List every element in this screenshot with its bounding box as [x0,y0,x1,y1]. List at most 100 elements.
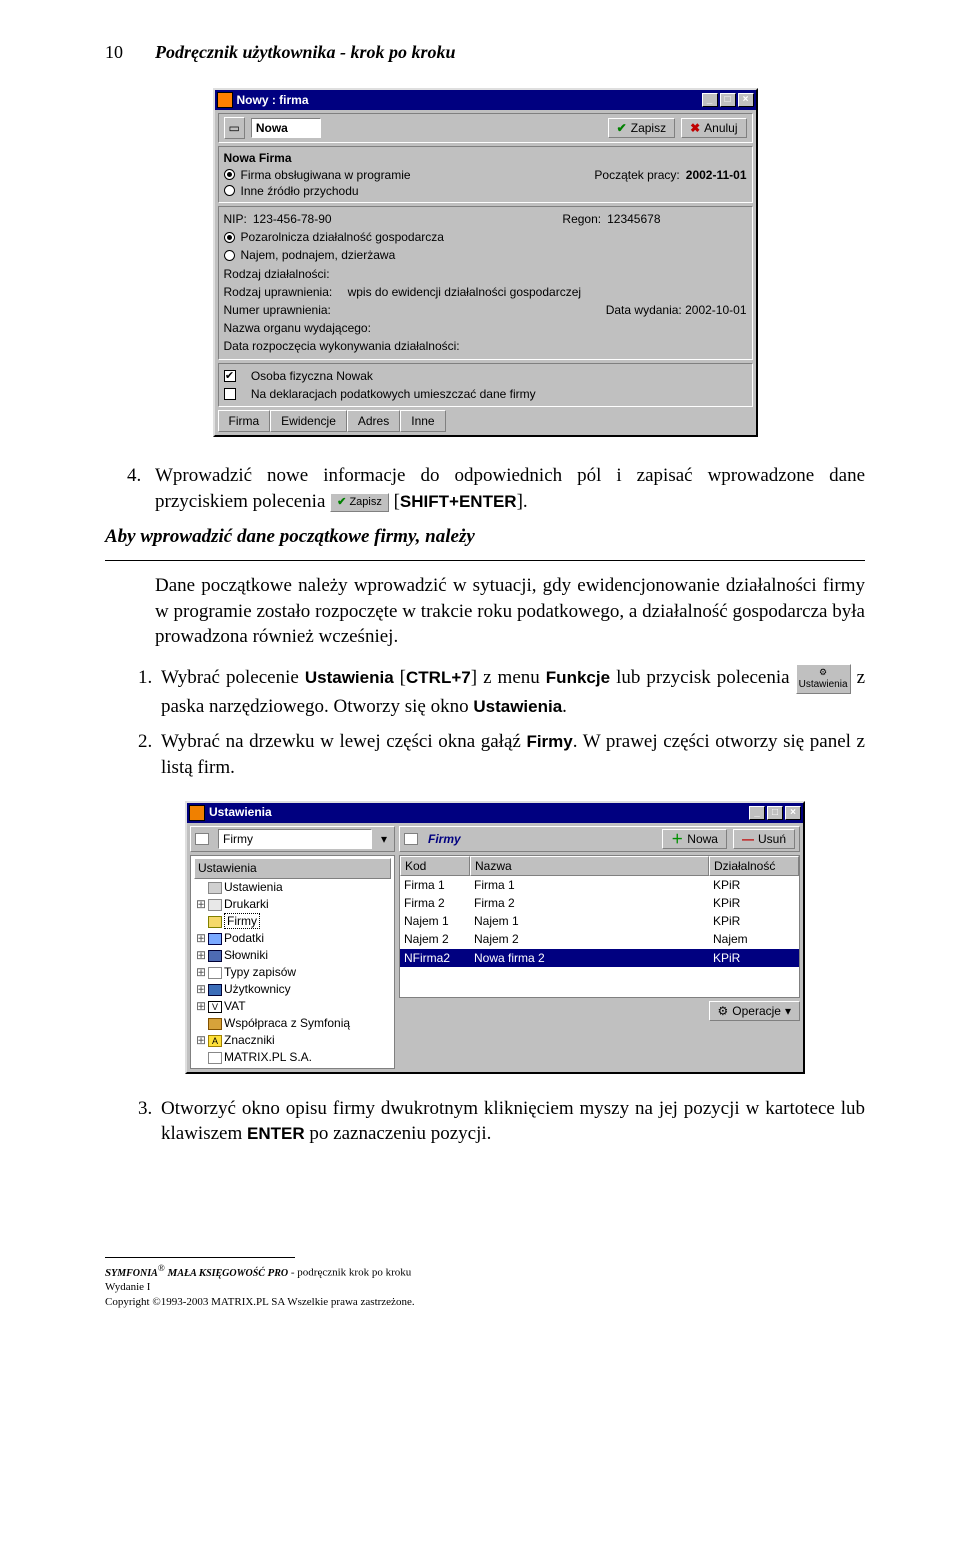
step-1: Wybrać polecenie Ustawienia [CTRL+7] z m… [157,664,865,719]
window-title: Ustawienia [209,804,749,820]
group-dane-firmy: NIP: 123-456-78-90 Regon: 12345678 Pozar… [218,206,753,360]
printer-icon [208,899,222,911]
shortcut-shift-enter: SHIFT+ENTER [400,492,517,511]
tab-inne[interactable]: Inne [400,410,445,432]
step-3: Otworzyć okno opisu firmy dwukrotnym kli… [157,1096,865,1147]
page-footer: SYMFONIA® MAŁA KSIĘGOWOŚĆ PRO - podręczn… [105,1257,865,1310]
group-nowa-firma: Nowa Firma Firma obsługiwana w programie… [218,146,753,203]
new-tab-icon[interactable]: ▭ [224,117,245,139]
tree-item[interactable]: VAT [224,999,246,1013]
radio-najem[interactable] [224,250,235,261]
app-icon [189,805,205,821]
check-icon: ✔ [617,120,627,136]
minimize-button[interactable]: _ [702,93,718,107]
zapisz-button[interactable]: ✔Zapisz [608,118,675,138]
data-rozpoczecia-label: Data rozpoczęcia wykonywania działalnośc… [224,337,747,355]
table-row[interactable]: Najem 1Najem 1KPiR [400,912,799,930]
tree-item[interactable]: Słowniki [224,948,268,962]
tree-item[interactable]: Ustawienia [224,880,283,894]
toolbar-nowa[interactable]: Nowa [251,118,321,138]
close-button[interactable]: × [785,806,801,820]
minimize-button[interactable]: _ [749,806,765,820]
tree-item[interactable]: Drukarki [224,897,269,911]
subheading: Aby wprowadzić dane początkowe firmy, na… [105,524,865,550]
tree-header: Ustawienia [194,858,391,879]
tree-view[interactable]: Ustawienia Ustawienia ⊞Drukarki Firmy ⊞P… [190,855,395,1069]
usun-button[interactable]: —Usuń [733,829,795,849]
poczatek-value: 2002-11-01 [686,167,747,183]
divider [105,560,865,561]
tree-item[interactable]: Użytkownicy [224,982,291,996]
gear-icon: ⚙ [718,1003,729,1019]
step-2: Wybrać na drzewku w lewej części okna ga… [157,729,865,780]
tabs: Firma Ewidencje Adres Inne [218,410,753,432]
rodzaj-uprawnienia-label: Rodzaj uprawnienia: [224,284,333,300]
page-number: 10 [105,40,155,64]
folder-icon [195,833,209,845]
tree-item[interactable]: Współpraca z Symfonią [224,1016,350,1030]
dropdown-arrow-icon[interactable]: ▾ [378,831,390,847]
checkbox-osoba-fizyczna[interactable]: ✔ [224,370,236,382]
tree-item[interactable]: Typy zapisów [224,965,296,979]
regon-value: 12345678 [607,211,660,227]
window-title: Nowy : firma [237,92,702,108]
tree-item[interactable]: MATRIX.PL S.A. [224,1050,312,1064]
tree-item[interactable]: Podatki [224,931,264,945]
chevron-down-icon: ▾ [785,1003,791,1019]
radio-firma-program[interactable] [224,169,235,180]
footer-edition: Wydanie I [105,1280,865,1295]
steps-list-continued: Otworzyć okno opisu firmy dwukrotnym kli… [157,1096,865,1147]
col-nazwa[interactable]: Nazwa [470,856,709,876]
group-heading: Nowa Firma [224,150,747,166]
tree-item[interactable]: Znaczniki [224,1033,275,1047]
table-row[interactable]: Firma 2Firma 2KPiR [400,894,799,912]
inline-zapisz-button[interactable]: Zapisz [330,493,389,512]
dialog-nowy-firma: Nowy : firma _ □ × ▭ Nowa ✔Zapisz ✖Anulu… [213,88,758,437]
app-icon [217,92,233,108]
tab-ewidencje[interactable]: Ewidencje [270,410,347,432]
page-header: 10 Podręcznik użytkownika - krok po krok… [105,40,865,64]
marker-icon: A [208,1035,222,1047]
radio-inne-zrodlo[interactable] [224,185,235,196]
titlebar-ustawienia[interactable]: Ustawienia _ □ × [187,803,803,823]
folder-icon [208,916,222,928]
close-button[interactable]: × [738,93,754,107]
page-header-title: Podręcznik użytkownika - krok po kroku [155,40,456,64]
numer-uprawnienia-label: Numer uprawnienia: [224,302,331,318]
shortcut-ctrl-7: CTRL+7 [406,668,471,687]
rodzaj-uprawnienia-value: wpis do ewidencji działalności gospodarc… [348,284,581,300]
group-osoba: ✔ Osoba fizyczna Nowak Na deklaracjach p… [218,363,753,407]
nip-value: 123-456-78-90 [253,211,332,227]
tab-adres[interactable]: Adres [347,410,400,432]
panel-title: Firmy [428,831,656,847]
step-4: 4.Wprowadzić nowe informacje do odpowied… [155,463,865,514]
firms-grid[interactable]: Kod Nazwa Działalność Firma 1Firma 1KPiR… [399,855,800,998]
anuluj-button[interactable]: ✖Anuluj [681,118,746,138]
description: Dane początkowe należy wprowadzić w sytu… [155,573,865,650]
table-row[interactable]: Firma 1Firma 1KPiR [400,876,799,894]
tab-firma[interactable]: Firma [218,410,271,432]
tree-dropdown[interactable]: Firmy [218,829,372,849]
shortcut-enter: ENTER [247,1124,305,1143]
radio-pozarolnicza[interactable] [224,232,235,243]
col-kod[interactable]: Kod [400,856,470,876]
panel-icon [404,833,418,845]
tree-item-selected[interactable]: Firmy [224,913,260,929]
maximize-button[interactable]: □ [720,93,736,107]
operacje-button[interactable]: ⚙ Operacje ▾ [709,1001,801,1021]
table-row-selected[interactable]: NFirma2Nowa firma 2KPiR [400,949,799,967]
toolbar: ▭ Nowa ✔Zapisz ✖Anuluj [218,113,753,143]
poczatek-label: Początek pracy: [594,167,679,183]
steps-list: Wybrać polecenie Ustawienia [CTRL+7] z m… [157,664,865,781]
checkbox-deklaracje[interactable] [224,388,236,400]
regon-label: Regon: [562,211,601,227]
col-dzialalnosc[interactable]: Działalność [709,856,799,876]
x-icon: ✖ [690,120,700,136]
data-wydania-label: Data wydania: [606,303,682,317]
nowa-button[interactable]: ＋Nowa [662,829,727,849]
table-row[interactable]: Najem 2Najem 2Najem [400,930,799,948]
maximize-button[interactable]: □ [767,806,783,820]
inline-ustawienia-icon[interactable]: ⚙Ustawienia [796,664,851,694]
plus-icon: ＋ [671,831,683,847]
titlebar[interactable]: Nowy : firma _ □ × [215,90,756,110]
